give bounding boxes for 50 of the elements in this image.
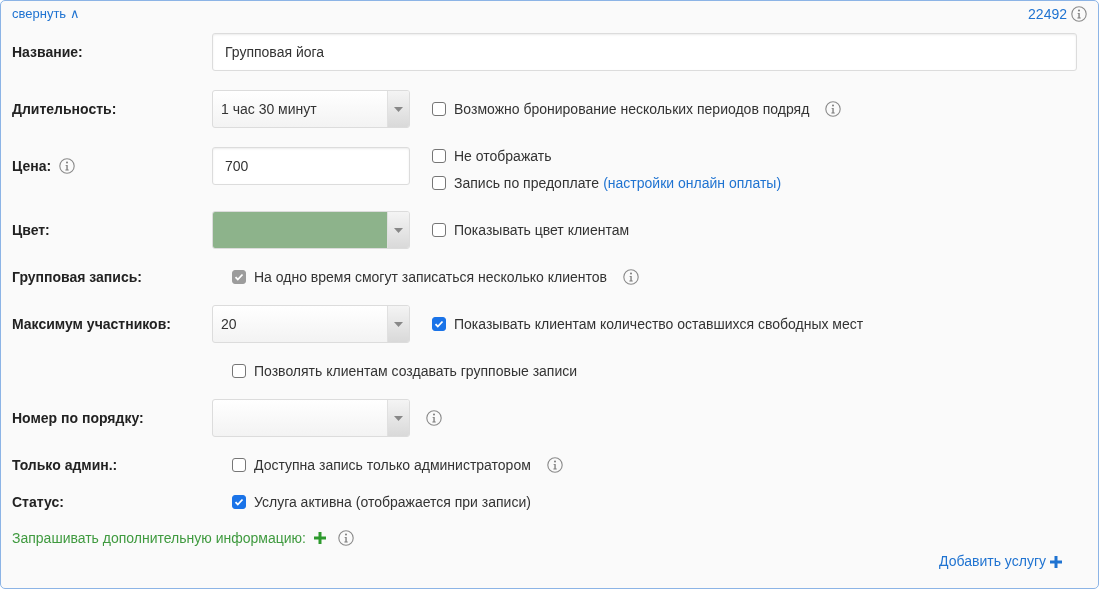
record-id: 22492 — [1028, 4, 1067, 24]
field-label: Только админ.: — [12, 455, 118, 475]
checkbox-label[interactable]: Показывать цвет клиентам — [454, 219, 630, 241]
plus-icon[interactable] — [314, 532, 326, 544]
checkbox-label[interactable]: Возможно бронирование нескольких периодов подряд — [454, 98, 810, 120]
info-icon[interactable] — [546, 457, 563, 473]
checkbox-label[interactable]: Запись по предоплате — [454, 172, 600, 194]
add-service-link[interactable]: Добавить услугу — [939, 551, 1062, 572]
checkmark-icon — [234, 497, 244, 507]
checkbox[interactable] — [432, 149, 446, 163]
field-label: Цена: — [12, 156, 52, 176]
field-label: Групповая запись: — [12, 267, 142, 287]
dropdown-arrow-icon — [394, 321, 403, 327]
checkbox-label[interactable]: Показывать клиентам количество оставшихся свободных мест — [454, 313, 864, 335]
text-field[interactable]: 700 — [212, 147, 410, 185]
checkmark-icon — [234, 272, 244, 282]
checkbox[interactable] — [232, 364, 246, 378]
collapse-link[interactable]: свернуть ∧ — [12, 4, 80, 24]
checkbox[interactable] — [432, 102, 446, 116]
dropdown[interactable]: 20 — [212, 305, 410, 343]
payment-settings-link[interactable]: (настройки онлайн оплаты) — [603, 172, 782, 194]
info-icon[interactable] — [426, 410, 442, 426]
field-label: Максимум участников: — [12, 314, 171, 334]
checkbox-label[interactable]: Позволять клиентам создавать групповые записи — [254, 360, 578, 382]
dropdown[interactable]: 1 час 30 минут — [212, 90, 410, 128]
checkbox[interactable] — [432, 317, 446, 331]
checkbox[interactable] — [432, 223, 446, 237]
field-label: Название: — [12, 42, 83, 62]
checkbox[interactable] — [232, 495, 246, 509]
text-field[interactable]: Групповая йога — [212, 33, 1077, 71]
color-dropdown[interactable] — [212, 211, 410, 249]
checkbox-label[interactable]: Не отображать — [454, 145, 552, 167]
dropdown-arrow-icon — [394, 227, 403, 233]
field-label: Статус: — [12, 492, 64, 512]
info-icon[interactable] — [1071, 6, 1087, 22]
field-label: Цвет: — [12, 220, 50, 240]
field-label: Длительность: — [12, 99, 117, 119]
checkbox-label[interactable]: Услуга активна (отображается при записи) — [254, 491, 531, 513]
checkbox-label[interactable]: Доступна запись только администратором — [254, 454, 531, 476]
dropdown-arrow-icon — [394, 415, 403, 421]
field-label: Номер по порядку: — [12, 408, 144, 428]
checkmark-icon — [434, 319, 444, 329]
checkbox[interactable] — [432, 176, 446, 190]
checkbox[interactable] — [232, 458, 246, 472]
info-icon[interactable] — [59, 158, 76, 174]
info-icon[interactable] — [338, 530, 354, 546]
dropdown-arrow-icon — [394, 106, 403, 112]
plus-icon[interactable] — [1050, 555, 1062, 568]
request-info-link[interactable]: Запрашивать дополнительную информацию: — [12, 527, 306, 549]
info-icon[interactable] — [825, 101, 842, 117]
